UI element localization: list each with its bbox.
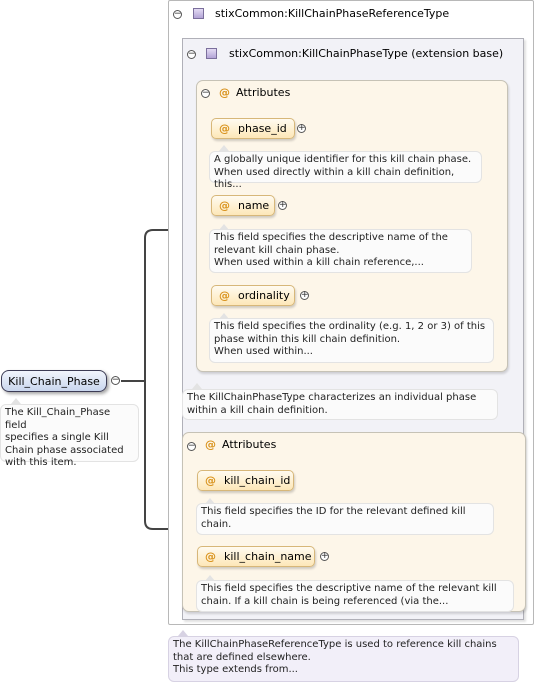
attribute-name[interactable]: @ name bbox=[211, 195, 275, 216]
minus-circle-icon[interactable]: − bbox=[187, 50, 196, 59]
plus-circle-icon[interactable]: + bbox=[300, 291, 309, 300]
complex-type-icon bbox=[206, 48, 217, 59]
root-element-label: Kill_Chain_Phase bbox=[8, 374, 100, 388]
attribute-at-icon: @ bbox=[205, 550, 216, 563]
attribute-at-icon: @ bbox=[205, 438, 216, 451]
attribute-at-icon: @ bbox=[219, 122, 230, 135]
attribute-note-ordinality: This field specifies the ordinality (e.g… bbox=[209, 318, 494, 363]
attributes-group-title: Attributes bbox=[236, 86, 291, 99]
complex-type-icon bbox=[193, 8, 204, 19]
attribute-label: kill_chain_id bbox=[224, 474, 291, 487]
attribute-note-phase-id: A globally unique identifier for this ki… bbox=[209, 151, 482, 190]
plus-circle-icon[interactable]: + bbox=[297, 124, 306, 133]
attribute-label: phase_id bbox=[238, 122, 287, 135]
complex-type-title: stixCommon:KillChainPhaseReferenceType bbox=[215, 7, 450, 20]
attribute-label: name bbox=[238, 199, 270, 212]
attribute-label: ordinality bbox=[238, 289, 290, 302]
root-element-kill-chain-phase[interactable]: Kill_Chain_Phase bbox=[1, 370, 107, 392]
attribute-ordinality[interactable]: @ ordinality bbox=[211, 285, 295, 306]
attribute-label: kill_chain_name bbox=[224, 550, 312, 563]
outer-type-note: The KillChainPhaseReferenceType is used … bbox=[168, 636, 519, 682]
minus-circle-icon[interactable]: − bbox=[173, 10, 182, 19]
attribute-note-kill-chain-name: This field specifies the descriptive nam… bbox=[196, 580, 514, 612]
attributes-group-title: Attributes bbox=[222, 438, 277, 451]
attribute-kill-chain-name[interactable]: @ kill_chain_name bbox=[197, 546, 315, 567]
attribute-at-icon: @ bbox=[219, 289, 230, 302]
plus-circle-icon[interactable]: + bbox=[278, 201, 287, 210]
root-element-note: The Kill_Chain_Phase field specifies a s… bbox=[0, 404, 139, 468]
minus-circle-icon[interactable]: − bbox=[187, 442, 196, 451]
base-type-title: stixCommon:KillChainPhaseType (extension… bbox=[229, 47, 504, 60]
plus-circle-icon[interactable]: + bbox=[320, 552, 329, 561]
attribute-kill-chain-id[interactable]: @ kill_chain_id bbox=[197, 470, 294, 491]
minus-circle-icon[interactable]: − bbox=[201, 89, 210, 98]
minus-circle-icon[interactable]: − bbox=[111, 376, 120, 385]
attribute-at-icon: @ bbox=[219, 86, 230, 99]
attribute-note-name: This field specifies the descriptive nam… bbox=[209, 229, 472, 273]
attribute-phase-id[interactable]: @ phase_id bbox=[211, 118, 295, 139]
base-type-note: The KillChainPhaseType characterizes an … bbox=[182, 389, 498, 420]
attribute-note-kill-chain-id: This field specifies the ID for the rele… bbox=[196, 503, 494, 535]
attribute-at-icon: @ bbox=[219, 199, 230, 212]
attribute-at-icon: @ bbox=[205, 474, 216, 487]
